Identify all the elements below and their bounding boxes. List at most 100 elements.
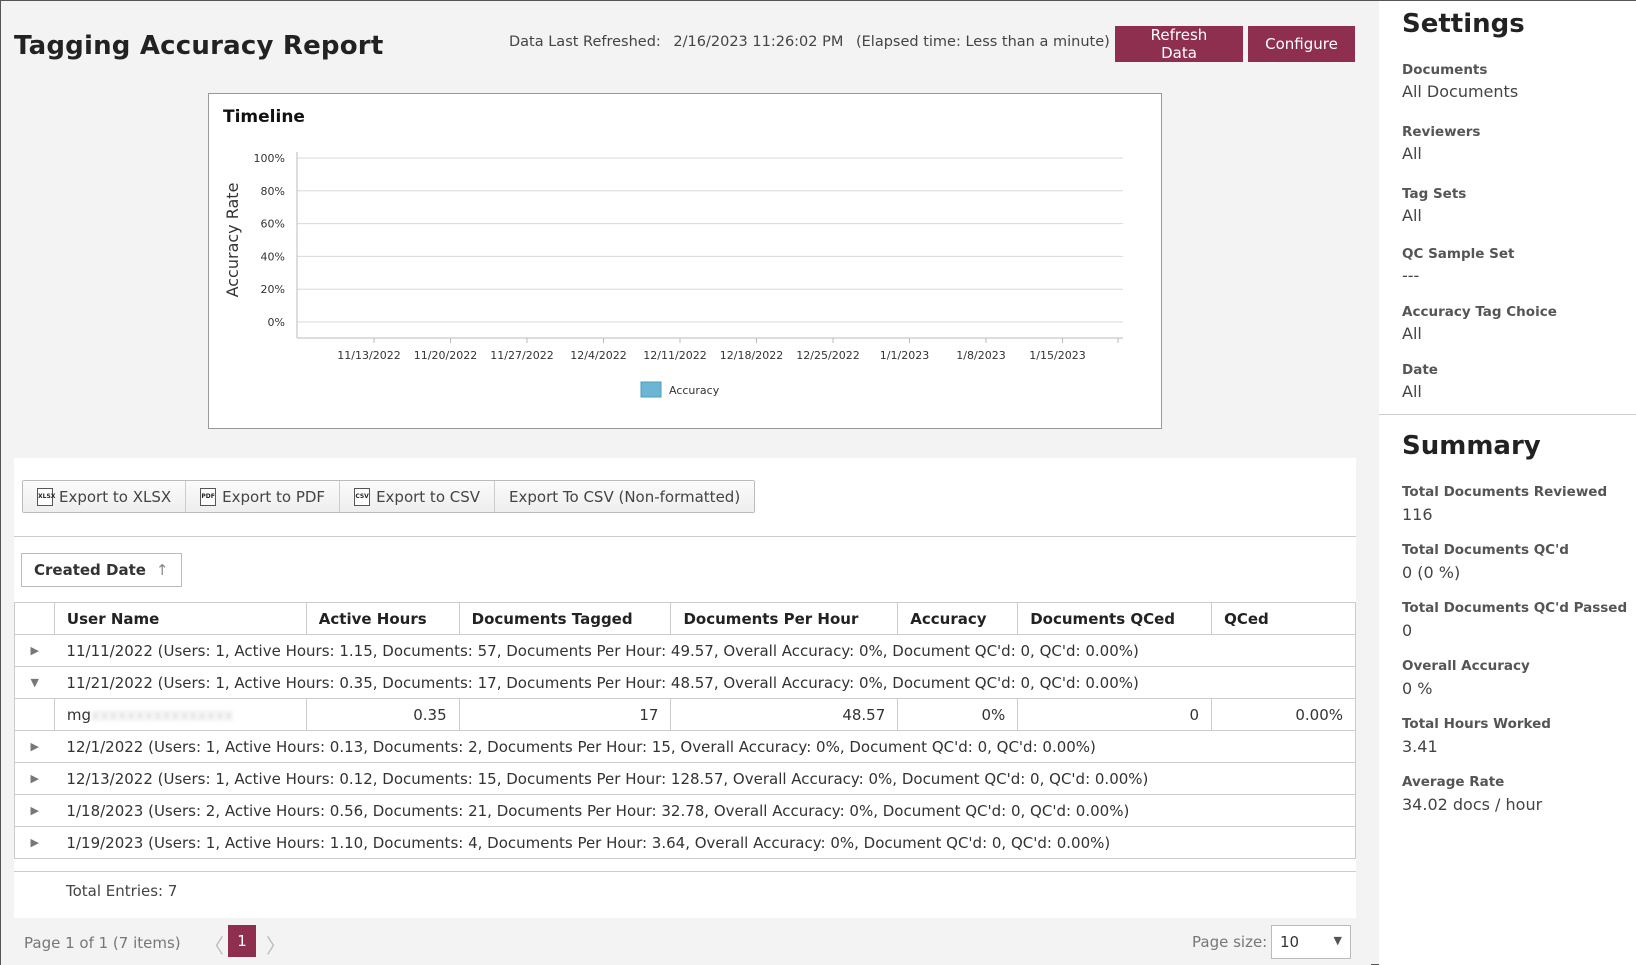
summary-label-qcd-passed: Total Documents QC'd Passed [1402, 600, 1628, 616]
group-row: ▶ 12/1/2022 (Users: 1, Active Hours: 0.1… [14, 730, 1357, 763]
x-tick-label: 1/8/2023 [956, 349, 1005, 362]
y-tick-label: 80% [261, 185, 285, 198]
setting-value-documents: All Documents [1402, 82, 1519, 101]
page-size-value: 10 [1280, 933, 1300, 951]
setting-label-qc-sample-set: QC Sample Set [1402, 246, 1515, 262]
summary-label-total-reviewed: Total Documents Reviewed [1402, 484, 1608, 500]
prev-page-icon[interactable]: 〈 [204, 930, 224, 959]
header-accuracy[interactable]: Accuracy [897, 602, 1019, 635]
pager-info: Page 1 of 1 (7 items) [24, 934, 181, 952]
group-summary: 1/18/2023 (Users: 2, Active Hours: 0.56,… [54, 794, 1357, 827]
export-csv-raw-button[interactable]: Export To CSV (Non-formatted) [495, 481, 755, 512]
sort-ascending-icon: ↑ [155, 561, 169, 579]
header-user-name[interactable]: User Name [53, 602, 307, 635]
setting-label-accuracy-tag-choice: Accuracy Tag Choice [1402, 304, 1557, 320]
configure-button[interactable]: Configure [1248, 26, 1355, 62]
export-csv-label: Export to CSV [376, 487, 481, 506]
user-name-redacted: xxxxxxxxxxxxxxxx [91, 705, 234, 724]
group-summary: 12/1/2022 (Users: 1, Active Hours: 0.13,… [54, 730, 1357, 763]
group-by-created-date[interactable]: Created Date ↑ [21, 553, 182, 587]
summary-value-total-reviewed: 116 [1402, 505, 1433, 524]
header-expander [14, 602, 55, 635]
export-toolbar: XLSX Export to XLSX PDF Export to PDF CS… [22, 480, 756, 513]
setting-label-documents: Documents [1402, 62, 1488, 78]
setting-value-tag-sets: All [1402, 206, 1422, 225]
header-documents-qced[interactable]: Documents QCed [1017, 602, 1213, 635]
export-pdf-label: Export to PDF [222, 487, 326, 506]
setting-value-qc-sample-set: --- [1402, 266, 1420, 285]
group-row: ▶ 1/18/2023 (Users: 2, Active Hours: 0.5… [14, 794, 1357, 827]
cell-qced: 0.00% [1211, 698, 1356, 731]
group-summary: 11/11/2022 (Users: 1, Active Hours: 1.15… [54, 634, 1357, 667]
footer-divider [14, 871, 1356, 872]
refresh-info: Data Last Refreshed: 2/16/2023 11:26:02 … [509, 34, 1118, 50]
group-row: ▶ 11/11/2022 (Users: 1, Active Hours: 1.… [14, 634, 1357, 667]
page-size-select[interactable]: 10 ▼ [1271, 925, 1351, 959]
refresh-data-button[interactable]: Refresh Data [1115, 26, 1243, 62]
summary-value-qcd-passed: 0 [1402, 621, 1413, 640]
group-summary: 1/19/2023 (Users: 1, Active Hours: 1.10,… [54, 826, 1357, 859]
x-tick-label: 12/18/2022 [720, 349, 783, 362]
cell-accuracy: 0% [897, 698, 1019, 731]
chevron-down-icon: ▼ [1333, 934, 1342, 947]
setting-label-reviewers: Reviewers [1402, 124, 1481, 140]
header-active-hours[interactable]: Active Hours [305, 602, 460, 635]
grid-header-row: User Name Active Hours Documents Tagged … [14, 602, 1356, 635]
summary-value-average-rate: 34.02 docs / hour [1402, 795, 1543, 814]
summary-label-total-hours: Total Hours Worked [1402, 716, 1551, 732]
page-size-label: Page size: [1192, 933, 1268, 951]
data-grid: User Name Active Hours Documents Tagged … [14, 602, 1357, 859]
y-axis-label: Accuracy Rate [223, 183, 242, 298]
refreshed-value: 2/16/2023 11:26:02 PM [673, 34, 844, 50]
elapsed-time: (Elapsed time: Less than a minute) [855, 34, 1110, 50]
x-tick-label: 11/13/2022 [337, 349, 400, 362]
summary-title: Summary [1402, 431, 1541, 461]
header-documents-tagged[interactable]: Documents Tagged [458, 602, 672, 635]
x-tick-label: 11/20/2022 [414, 349, 477, 362]
setting-label-tag-sets: Tag Sets [1402, 186, 1467, 202]
y-tick-label: 100% [254, 152, 285, 165]
expand-icon[interactable]: ▶ [14, 762, 55, 795]
page-1-button[interactable]: 1 [228, 925, 256, 957]
settings-title: Settings [1402, 9, 1525, 39]
summary-value-total-hours: 3.41 [1402, 737, 1438, 756]
x-tick-label: 12/25/2022 [796, 349, 859, 362]
export-csv-button[interactable]: CSV Export to CSV [340, 481, 496, 512]
cell-documents-qced: 0 [1017, 698, 1213, 731]
csv-file-icon: CSV [354, 487, 371, 506]
cell-active-hours: 0.35 [305, 698, 460, 731]
group-row: ▼ 11/21/2022 (Users: 1, Active Hours: 0.… [14, 666, 1357, 699]
group-row: ▶ 1/19/2023 (Users: 1, Active Hours: 1.1… [14, 826, 1357, 859]
expand-icon[interactable]: ▶ [14, 826, 55, 859]
y-tick-label: 20% [261, 283, 285, 296]
group-summary: 11/21/2022 (Users: 1, Active Hours: 0.35… [54, 666, 1357, 699]
summary-label-average-rate: Average Rate [1402, 774, 1505, 790]
x-tick-label: 11/27/2022 [490, 349, 553, 362]
group-chip-label: Created Date [34, 561, 146, 579]
cell-documents-per-hour: 48.57 [670, 698, 899, 731]
setting-value-reviewers: All [1402, 144, 1422, 163]
header-documents-per-hour[interactable]: Documents Per Hour [670, 602, 899, 635]
expand-icon[interactable]: ▶ [14, 730, 55, 763]
summary-label-overall-accuracy: Overall Accuracy [1402, 658, 1530, 674]
legend-label: Accuracy [669, 384, 720, 397]
setting-label-date: Date [1402, 362, 1438, 378]
y-tick-label: 0% [268, 316, 285, 329]
header-qced[interactable]: QCed [1211, 602, 1356, 635]
expand-icon[interactable]: ▶ [14, 794, 55, 827]
setting-value-date: All [1402, 382, 1422, 401]
expand-icon[interactable]: ▶ [14, 634, 55, 667]
next-page-icon[interactable]: 〉 [266, 930, 286, 959]
summary-value-overall-accuracy: 0 % [1402, 679, 1433, 698]
page-title: Tagging Accuracy Report [14, 31, 384, 61]
export-pdf-button[interactable]: PDF Export to PDF [186, 481, 341, 512]
export-xlsx-label: Export to XLSX [59, 487, 172, 506]
collapse-icon[interactable]: ▼ [14, 666, 55, 699]
setting-value-accuracy-tag-choice: All [1402, 324, 1422, 343]
export-xlsx-button[interactable]: XLSX Export to XLSX [23, 481, 187, 512]
refreshed-label: Data Last Refreshed: [509, 34, 661, 50]
sidebar-divider [1379, 414, 1636, 415]
x-tick-label: 1/15/2023 [1029, 349, 1085, 362]
legend-swatch [640, 381, 662, 398]
total-entries: Total Entries: 7 [66, 882, 178, 900]
